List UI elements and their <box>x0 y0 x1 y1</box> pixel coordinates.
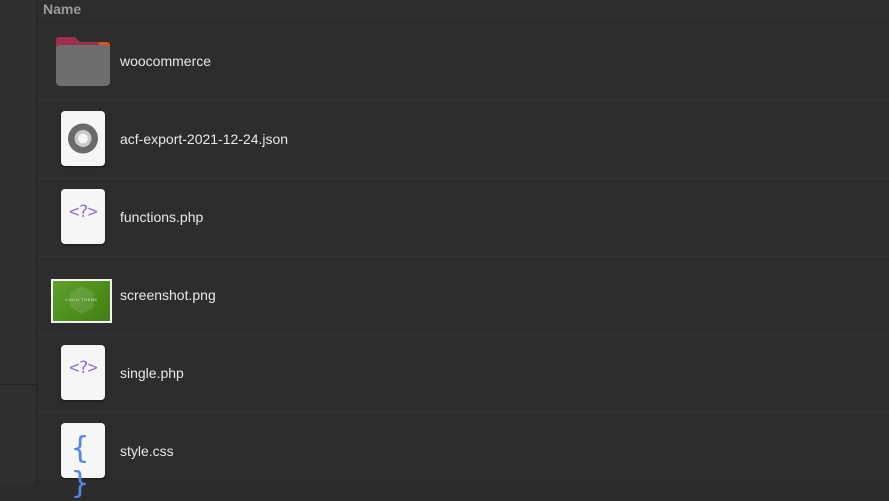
sidebar-divider <box>0 384 36 385</box>
file-row-screenshot-png[interactable]: CHILD THEME screenshot.png <box>37 256 889 335</box>
file-list: Name woocommerce acf-export-2021-12-24.j… <box>37 0 889 501</box>
file-row-functions-php[interactable]: <?> functions.php <box>37 178 889 257</box>
file-name: acf-export-2021-12-24.json <box>120 131 289 147</box>
php-glyph: <?> <box>69 358 98 378</box>
file-row-single-php[interactable]: <?> single.php <box>37 334 889 413</box>
file-name: style.css <box>120 443 174 459</box>
file-row-woocommerce[interactable]: woocommerce <box>37 22 889 101</box>
php-file-icon: <?> <box>61 345 105 400</box>
sidebar-pane <box>0 0 37 483</box>
file-name: woocommerce <box>120 53 212 69</box>
file-row-style-css[interactable]: { } style.css <box>37 412 889 501</box>
file-name: single.php <box>120 365 184 381</box>
thumbnail-text: CHILD THEME <box>65 297 98 302</box>
column-header-name[interactable]: Name <box>43 1 81 17</box>
json-file-icon <box>61 111 105 166</box>
php-file-icon: <?> <box>61 189 105 244</box>
folder-icon <box>55 35 111 92</box>
list-header: Name <box>37 0 889 23</box>
file-name: functions.php <box>120 209 204 225</box>
css-glyph: { } <box>70 431 96 501</box>
php-glyph: <?> <box>69 202 98 222</box>
file-name: screenshot.png <box>120 287 216 303</box>
image-thumbnail: CHILD THEME <box>51 279 112 323</box>
file-row-acf-export[interactable]: acf-export-2021-12-24.json <box>37 100 889 179</box>
css-file-icon: { } <box>61 423 105 501</box>
